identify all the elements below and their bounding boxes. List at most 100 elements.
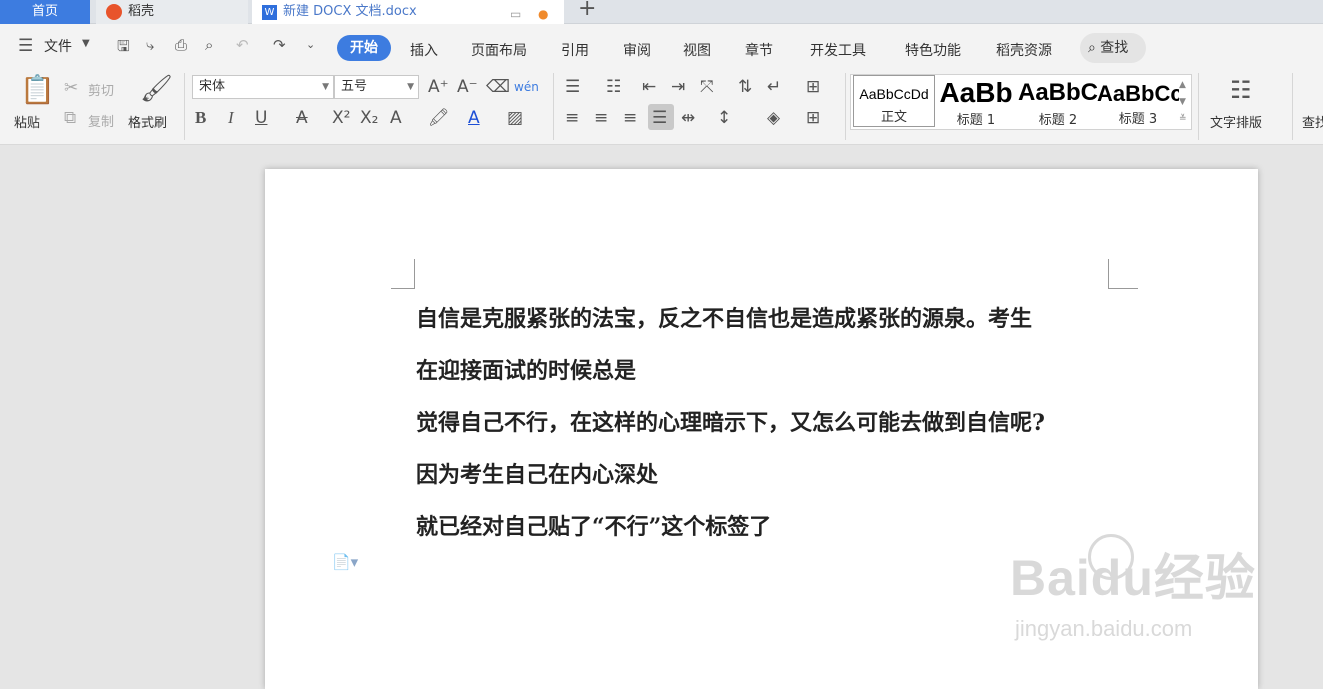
style-heading-3-label: 标题 3 [1118, 112, 1158, 127]
export-icon[interactable]: ⤷ [146, 36, 154, 54]
hamburger-menu-icon[interactable]: ☰ [18, 36, 33, 56]
style-heading-2[interactable]: AaBbC 标题 2 [1017, 75, 1099, 129]
print-preview-icon[interactable]: ⌕ [205, 36, 213, 54]
show-marks-icon[interactable]: ↵ [767, 77, 781, 97]
tab-references[interactable]: 引用 [561, 40, 589, 60]
tab-bar: 首页 稻壳 W 新建 DOCX 文档.docx ▭ ● + [0, 0, 1323, 24]
tab-daoke-resources[interactable]: 稻壳资源 [996, 40, 1052, 60]
tab-section[interactable]: 章节 [745, 40, 773, 60]
font-name-value: 宋体 [199, 79, 226, 94]
divider [553, 73, 554, 140]
find-replace-button[interactable]: 查找 [1302, 112, 1323, 131]
paste-options-icon[interactable]: 📄▾ [332, 552, 358, 572]
print-icon[interactable]: ⎙ [175, 36, 187, 54]
distribute-icon[interactable]: ⇹ [681, 108, 695, 128]
copy-button[interactable]: 复制 [88, 111, 114, 130]
align-center-icon[interactable]: ≡ [594, 108, 608, 128]
tab-document[interactable]: W 新建 DOCX 文档.docx ▭ ● [252, 0, 564, 24]
numbered-list-icon[interactable]: ☷ [606, 77, 621, 97]
format-painter-button[interactable]: 格式刷 [128, 112, 167, 131]
cut-button[interactable]: 剪切 [88, 80, 114, 99]
paste-button[interactable]: 粘贴 [14, 112, 40, 131]
text-effect-icon[interactable]: A [390, 108, 402, 128]
divider [845, 73, 846, 140]
search-label: 查找 [1100, 40, 1129, 56]
paste-icon[interactable]: 📋 [20, 74, 55, 106]
bullet-list-icon[interactable]: ☰ [565, 77, 580, 97]
redo-icon[interactable]: ↷ [273, 36, 286, 54]
style-heading-3-preview: AaBbCc [1097, 81, 1179, 106]
text-layout-button[interactable]: 文字排版 [1210, 112, 1262, 131]
paragraph: 在迎接面试的时候总是 [416, 358, 637, 384]
format-painter-icon[interactable]: 🖌 [140, 74, 173, 104]
increase-indent-icon[interactable]: ⇥ [671, 77, 685, 97]
tab-special-features[interactable]: 特色功能 [905, 40, 961, 60]
style-heading-2-preview: AaBbC [1017, 79, 1098, 106]
font-name-select[interactable]: 宋体 ▼ [192, 75, 334, 99]
style-heading-1-preview: AaBb [939, 77, 1013, 108]
justify-icon[interactable]: ☰ [652, 108, 667, 128]
undo-icon[interactable]: ↶ [236, 36, 249, 54]
search-button[interactable]: ⌕ 查找 [1080, 33, 1146, 63]
pin-icon[interactable]: ▭ [510, 4, 521, 24]
bold-icon[interactable]: B [195, 108, 206, 128]
line-spacing-icon[interactable]: ↕ [717, 108, 731, 128]
style-heading-2-label: 标题 2 [1038, 113, 1078, 128]
save-icon[interactable]: 🖫 [117, 36, 130, 61]
shading-icon[interactable]: ◈ [767, 108, 780, 128]
tab-insert[interactable]: 插入 [410, 40, 438, 60]
tab-home[interactable]: 首页 [0, 0, 90, 24]
baidu-watermark: Baidu经验 jingyan.baidu.com [1010, 534, 1256, 641]
subscript-icon[interactable]: X₂ [360, 108, 378, 128]
chinese-layout-icon[interactable]: ⤧ [700, 77, 714, 97]
table-tools-icon[interactable]: ⊞ [806, 77, 820, 97]
styles-gallery: AaBbCcDd 正文 AaBb 标题 1 AaBbC 标题 2 AaBbCc … [850, 74, 1192, 130]
phonetic-guide-icon[interactable]: wén [514, 77, 539, 97]
font-size-select[interactable]: 五号 ▼ [334, 75, 419, 99]
new-tab-button[interactable]: + [578, 0, 596, 21]
tab-start[interactable]: 开始 [337, 35, 391, 61]
paragraph: 自信是克服紧张的法宝，反之不自信也是造成紧张的源泉。考生 [416, 306, 1033, 332]
sort-icon[interactable]: ⇅ [738, 77, 752, 97]
shrink-font-icon[interactable]: A⁻ [457, 77, 478, 97]
clear-format-icon[interactable]: ⌫ [486, 77, 510, 97]
paragraph: 觉得自己不行，在这样的心理暗示下，又怎么可能去做到自信呢? [416, 410, 1045, 436]
writer-doc-icon: W [262, 4, 277, 20]
grow-font-icon[interactable]: A⁺ [428, 77, 449, 97]
tab-document-label: 新建 DOCX 文档.docx [283, 4, 417, 19]
strikethrough-icon[interactable]: A [296, 108, 308, 128]
customize-chevron-icon[interactable]: ⌄ [306, 38, 315, 51]
watermark-url: jingyan.baidu.com [1015, 616, 1193, 641]
style-heading-3[interactable]: AaBbCc 标题 3 [1097, 75, 1179, 129]
tab-view[interactable]: 视图 [683, 40, 711, 60]
align-right-icon[interactable]: ≡ [623, 108, 637, 128]
text-layout-icon[interactable]: ☷ [1230, 76, 1252, 104]
styles-expand-icon[interactable]: ≚ [1179, 109, 1187, 129]
tab-page-layout[interactable]: 页面布局 [471, 40, 527, 60]
tab-developer[interactable]: 开发工具 [810, 40, 866, 60]
file-menu[interactable]: 文件 [44, 36, 72, 56]
char-border-icon[interactable]: ▨ [507, 108, 523, 128]
superscript-icon[interactable]: X² [332, 108, 350, 128]
style-normal[interactable]: AaBbCcDd 正文 [853, 75, 935, 127]
copy-icon[interactable]: ⧉ [64, 108, 76, 128]
divider [1198, 73, 1199, 140]
file-chevron-down-icon[interactable]: ▼ [82, 38, 90, 49]
italic-icon[interactable]: I [228, 108, 234, 128]
font-name-chevron-icon: ▼ [322, 82, 329, 92]
cut-icon[interactable]: ✂ [64, 78, 78, 98]
tab-daoke[interactable]: 稻壳 [96, 0, 248, 24]
align-left-icon[interactable]: ≡ [565, 108, 579, 128]
highlight-icon[interactable]: 🖍 [428, 108, 450, 128]
tab-review[interactable]: 审阅 [623, 40, 651, 60]
decrease-indent-icon[interactable]: ⇤ [642, 77, 656, 97]
divider [184, 73, 185, 140]
document-page[interactable]: 自信是克服紧张的法宝，反之不自信也是造成紧张的源泉。考生 在迎接面试的时候总是 … [265, 169, 1258, 689]
tab-home-label: 首页 [31, 4, 58, 19]
underline-icon[interactable]: U [255, 108, 267, 128]
borders-icon[interactable]: ⊞ [806, 108, 820, 128]
style-heading-1[interactable]: AaBb 标题 1 [935, 75, 1017, 129]
font-color-icon[interactable]: A [468, 108, 480, 128]
tab-daoke-label: 稻壳 [128, 4, 155, 19]
search-icon: ⌕ [1088, 40, 1096, 56]
